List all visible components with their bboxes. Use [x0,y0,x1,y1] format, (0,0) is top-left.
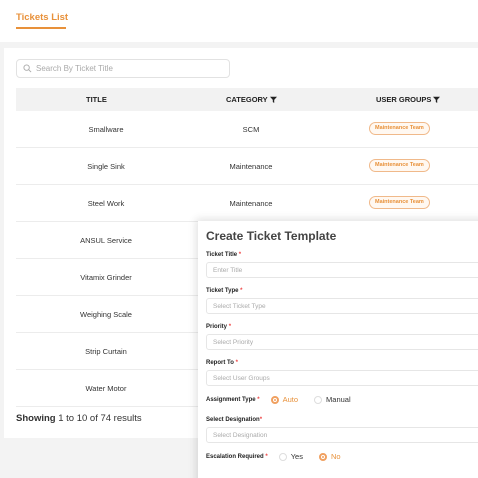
row-category: Maintenance [229,162,273,171]
row-category: Maintenance [229,199,273,208]
row-title: Strip Curtain [85,347,127,356]
ticket-type-label: Ticket Type * [206,288,243,294]
user-group-badge: Maintenance Team [369,159,430,172]
assignment-type-label: Assignment Type * [206,396,260,403]
modal-title: Create Ticket Template [206,229,337,243]
search-input[interactable] [36,64,226,73]
priority-label: Priority * [206,324,232,330]
report-to-select[interactable] [206,370,478,386]
row-title: Vitamix Grinder [80,273,132,282]
row-title: ANSUL Service [80,236,132,245]
tab-active-indicator [16,27,66,29]
assignment-manual-radio[interactable] [314,395,323,404]
filter-icon[interactable] [269,96,277,103]
escalation-no-radio[interactable] [318,452,327,461]
assignment-auto-label[interactable]: Auto [283,395,298,404]
escalation-yes-radio[interactable] [278,452,287,461]
assignment-auto-radio[interactable] [270,395,279,404]
pagination-summary: Showing 1 to 10 of 74 results [16,413,142,424]
row-title: Weighing Scale [80,310,132,319]
search-icon [23,64,32,73]
escalation-no-label[interactable]: No [331,452,341,461]
ticket-title-label: Ticket Title * [206,252,242,258]
row-title: Single Sink [87,162,125,171]
table-row[interactable]: Steel Work Maintenance Maintenance Team [16,185,478,222]
table-row[interactable]: Smallware SCM Maintenance Team [16,111,478,148]
tab-tickets-list[interactable]: Tickets List [16,12,68,23]
row-category: SCM [242,125,260,134]
row-title: Smallware [88,125,124,134]
table-header: TITLE CATEGORY USER GROUPS [16,88,478,111]
escalation-yes-label[interactable]: Yes [291,452,303,461]
row-title: Water Motor [85,384,127,393]
report-to-label: Report To * [206,360,238,366]
designation-label: Select Designation* [206,417,263,423]
table-row[interactable]: Single Sink Maintenance Maintenance Team [16,148,478,185]
top-tab-panel: Tickets List [0,0,478,42]
ticket-title-input[interactable] [206,262,478,278]
column-header-category[interactable]: CATEGORY [226,95,277,104]
user-group-badge: Maintenance Team [369,196,430,209]
column-header-user-groups[interactable]: USER GROUPS [376,95,441,104]
create-ticket-template-modal: Create Ticket Template Ticket Title * Ti… [198,221,478,478]
ticket-type-select[interactable] [206,298,478,314]
escalation-group: Escalation Required * Yes No [206,452,341,461]
designation-select[interactable] [206,427,478,443]
priority-select[interactable] [206,334,478,350]
search-box[interactable] [16,59,230,78]
filter-icon[interactable] [433,96,441,103]
assignment-manual-label[interactable]: Manual [326,395,351,404]
row-title: Steel Work [87,199,125,208]
escalation-label: Escalation Required * [206,453,268,460]
column-header-title: TITLE [86,95,107,104]
user-group-badge: Maintenance Team [369,122,430,135]
assignment-type-group: Assignment Type * Auto Manual [206,395,351,404]
